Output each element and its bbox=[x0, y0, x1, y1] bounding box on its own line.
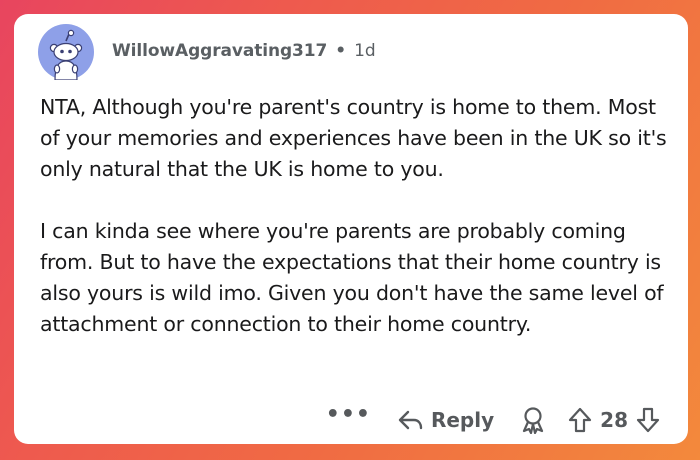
comment-age: 1d bbox=[354, 41, 376, 61]
comment-paragraph: I can kinda see where you're parents are… bbox=[40, 219, 664, 336]
reply-label: Reply bbox=[430, 408, 495, 432]
upvote-button[interactable] bbox=[568, 407, 592, 433]
comment-header: WillowAggravating317 • 1d bbox=[112, 41, 376, 61]
more-options-button[interactable]: ••• bbox=[326, 404, 371, 426]
reply-arrow-icon bbox=[398, 410, 423, 430]
meta-separator: • bbox=[335, 41, 347, 61]
comment-actions: ••• Reply 28 bbox=[326, 402, 660, 438]
username-link[interactable]: WillowAggravating317 bbox=[112, 41, 327, 61]
comment-card: WillowAggravating317 • 1d NTA, Although … bbox=[14, 14, 688, 444]
vote-score: 28 bbox=[600, 408, 628, 432]
comment-body: NTA, Although you're parent's country is… bbox=[40, 92, 680, 340]
award-button[interactable] bbox=[520, 406, 546, 434]
award-icon bbox=[523, 407, 544, 434]
upvote-arrow-icon bbox=[569, 407, 592, 433]
snoo-avatar-icon bbox=[38, 24, 94, 81]
reply-button[interactable]: Reply bbox=[397, 408, 494, 432]
comment-paragraph: NTA, Although you're parent's country is… bbox=[40, 95, 667, 181]
downvote-button[interactable] bbox=[636, 407, 660, 433]
avatar[interactable] bbox=[38, 24, 94, 81]
downvote-arrow-icon bbox=[636, 407, 660, 433]
